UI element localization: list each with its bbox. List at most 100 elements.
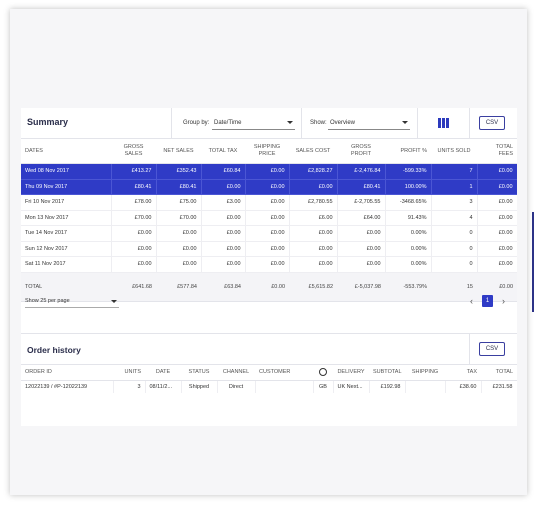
column-header[interactable]: DATES — [21, 139, 111, 164]
order-history-csv-button[interactable]: CSV — [479, 342, 505, 356]
column-header[interactable]: SALES COST — [289, 139, 337, 164]
current-page-button[interactable]: 1 — [482, 295, 493, 307]
column-header[interactable]: NET SALES — [156, 139, 201, 164]
row-cell: £0.00 — [477, 241, 517, 257]
order-cell: 3 — [113, 380, 146, 393]
row-cell: £0.00 — [477, 256, 517, 273]
row-cell: £0.00 — [201, 225, 246, 242]
row-cell: £0.00 — [201, 241, 246, 257]
row-cell: £0.00 — [337, 225, 386, 242]
column-header[interactable]: DATE — [145, 364, 181, 381]
column-header[interactable]: TOTAL — [481, 364, 517, 381]
scrollbar[interactable] — [532, 212, 534, 312]
summary-row[interactable]: Wed 08 Nov 2017 £413.27 £352.43 £60.84 £0.00… — [21, 163, 517, 180]
summary-row[interactable]: Fri 10 Nov 2017 £78.00 £75.00 £3.00 £0.00 £2,… — [21, 194, 517, 211]
row-date: Fri 10 Nov 2017 — [21, 194, 112, 211]
column-header[interactable]: SHIPPING — [405, 364, 445, 381]
column-header[interactable]: ORDER ID — [21, 364, 113, 381]
column-header[interactable]: PROFIT % — [385, 139, 431, 164]
column-header[interactable]: GROSS PROFIT — [337, 139, 385, 164]
row-cell: £2,780.55 — [289, 194, 338, 211]
row-cell: £0.00 — [289, 225, 338, 242]
summary-row[interactable]: Thu 09 Nov 2017 £80.41 £80.41 £0.00 £0.00 £0.… — [21, 179, 517, 195]
row-cell: £-2,705.55 — [337, 194, 386, 211]
divider — [469, 108, 470, 138]
row-date: Sun 12 Nov 2017 — [21, 241, 112, 257]
order-row[interactable]: 12022139 / #P-12022139 3 08/11/2... Shipped… — [21, 380, 517, 393]
show-select[interactable]: Overview — [328, 118, 410, 130]
row-cell: £0.00 — [337, 241, 386, 257]
order-cell: UK Next... — [333, 380, 370, 393]
order-history-header-row: ORDER ID UNITS DATE STATUS CHANNEL CUSTOMER DE… — [21, 364, 517, 381]
row-cell: 0.00% — [385, 225, 432, 242]
row-cell: £2,828.27 — [289, 163, 338, 180]
summary-header-row: DATES GROSS SALES NET SALES TOTAL TAX SHIPPI… — [21, 139, 517, 164]
row-cell: £60.84 — [201, 163, 246, 180]
top-blank-area — [21, 9, 517, 108]
row-cell: 91.43% — [385, 210, 432, 226]
row-cell: £0.00 — [111, 256, 157, 273]
column-header[interactable]: CUSTOMER — [255, 364, 313, 381]
column-header[interactable]: TOTAL FEES — [477, 139, 517, 164]
summary-row[interactable]: Mon 13 Nov 2017 £70.00 £70.00 £0.00 £0.00 £6.… — [21, 210, 517, 226]
row-cell: £-2,476.84 — [337, 163, 386, 180]
summary-csv-button[interactable]: CSV — [479, 116, 505, 130]
row-cell: £0.00 — [156, 225, 202, 242]
row-cell: 100.00% — [385, 179, 432, 195]
summary-row[interactable]: Sun 12 Nov 2017 £0.00 £0.00 £0.00 £0.00 £0.00… — [21, 241, 517, 257]
summary-row[interactable]: Sat 11 Nov 2017 £0.00 £0.00 £0.00 £0.00 £0.00… — [21, 256, 517, 273]
column-header[interactable]: CHANNEL — [217, 364, 255, 381]
row-cell: £0.00 — [201, 256, 246, 273]
row-cell: £0.00 — [289, 179, 338, 195]
column-header[interactable]: TAX — [445, 364, 481, 381]
row-cell: 0 — [431, 241, 478, 257]
column-header[interactable]: TOTAL TAX — [201, 139, 245, 164]
order-history-toolbar: Order history CSV — [21, 333, 517, 365]
order-history-table: ORDER ID UNITS DATE STATUS CHANNEL CUSTOMER DE… — [21, 364, 517, 393]
order-cell: GB — [313, 380, 334, 393]
row-cell: 3 — [431, 194, 478, 211]
row-date: Sat 11 Nov 2017 — [21, 256, 112, 273]
column-header[interactable]: STATUS — [181, 364, 217, 381]
order-cell: £192.98 — [369, 380, 406, 393]
show-label: Show: — [310, 120, 327, 126]
row-cell: £80.41 — [156, 179, 202, 195]
group-by-value: Date/Time — [214, 120, 242, 126]
row-date: Tue 14 Nov 2017 — [21, 225, 112, 242]
row-cell: £413.27 — [111, 163, 157, 180]
divider — [301, 108, 302, 138]
bar-chart-icon[interactable] — [438, 118, 450, 128]
order-cell: Direct — [217, 380, 256, 393]
column-header[interactable]: UNITS SOLD — [431, 139, 477, 164]
globe-icon — [319, 368, 327, 376]
order-id[interactable]: 12022139 / #P-12022139 — [21, 380, 114, 393]
order-history-title: Order history — [27, 345, 81, 355]
next-page-button[interactable]: › — [502, 296, 505, 306]
chevron-down-icon — [287, 121, 293, 124]
column-header[interactable]: DELIVERY — [333, 364, 369, 381]
row-date: Mon 13 Nov 2017 — [21, 210, 112, 226]
group-by-select[interactable]: Date/Time — [212, 118, 295, 130]
column-header[interactable]: SUBTOTAL — [369, 364, 405, 381]
row-cell: 1 — [431, 179, 478, 195]
row-cell: £0.00 — [245, 225, 290, 242]
divider — [469, 334, 470, 364]
per-page-select[interactable]: Show 25 per page — [25, 297, 119, 308]
column-header[interactable]: GROSS SALES — [111, 139, 156, 164]
row-cell: £0.00 — [201, 210, 246, 226]
summary-row[interactable]: Tue 14 Nov 2017 £0.00 £0.00 £0.00 £0.00 £0.00… — [21, 225, 517, 242]
previous-page-button[interactable]: ‹ — [470, 296, 473, 306]
row-cell: £64.00 — [337, 210, 386, 226]
globe-icon[interactable] — [313, 364, 333, 381]
pagination-bar: Show 25 per page ‹ 1 › — [21, 291, 517, 313]
column-header[interactable]: SHIPPING PRICE — [245, 139, 289, 164]
row-cell: -599.33% — [385, 163, 432, 180]
row-cell: 0.00% — [385, 256, 432, 273]
row-cell: £0.00 — [245, 241, 290, 257]
per-page-value: Show 25 per page — [25, 298, 70, 304]
row-cell: £0.00 — [245, 194, 290, 211]
column-header[interactable]: UNITS — [113, 364, 145, 381]
row-cell: £70.00 — [111, 210, 157, 226]
row-cell: £0.00 — [477, 210, 517, 226]
row-cell: 0 — [431, 256, 478, 273]
